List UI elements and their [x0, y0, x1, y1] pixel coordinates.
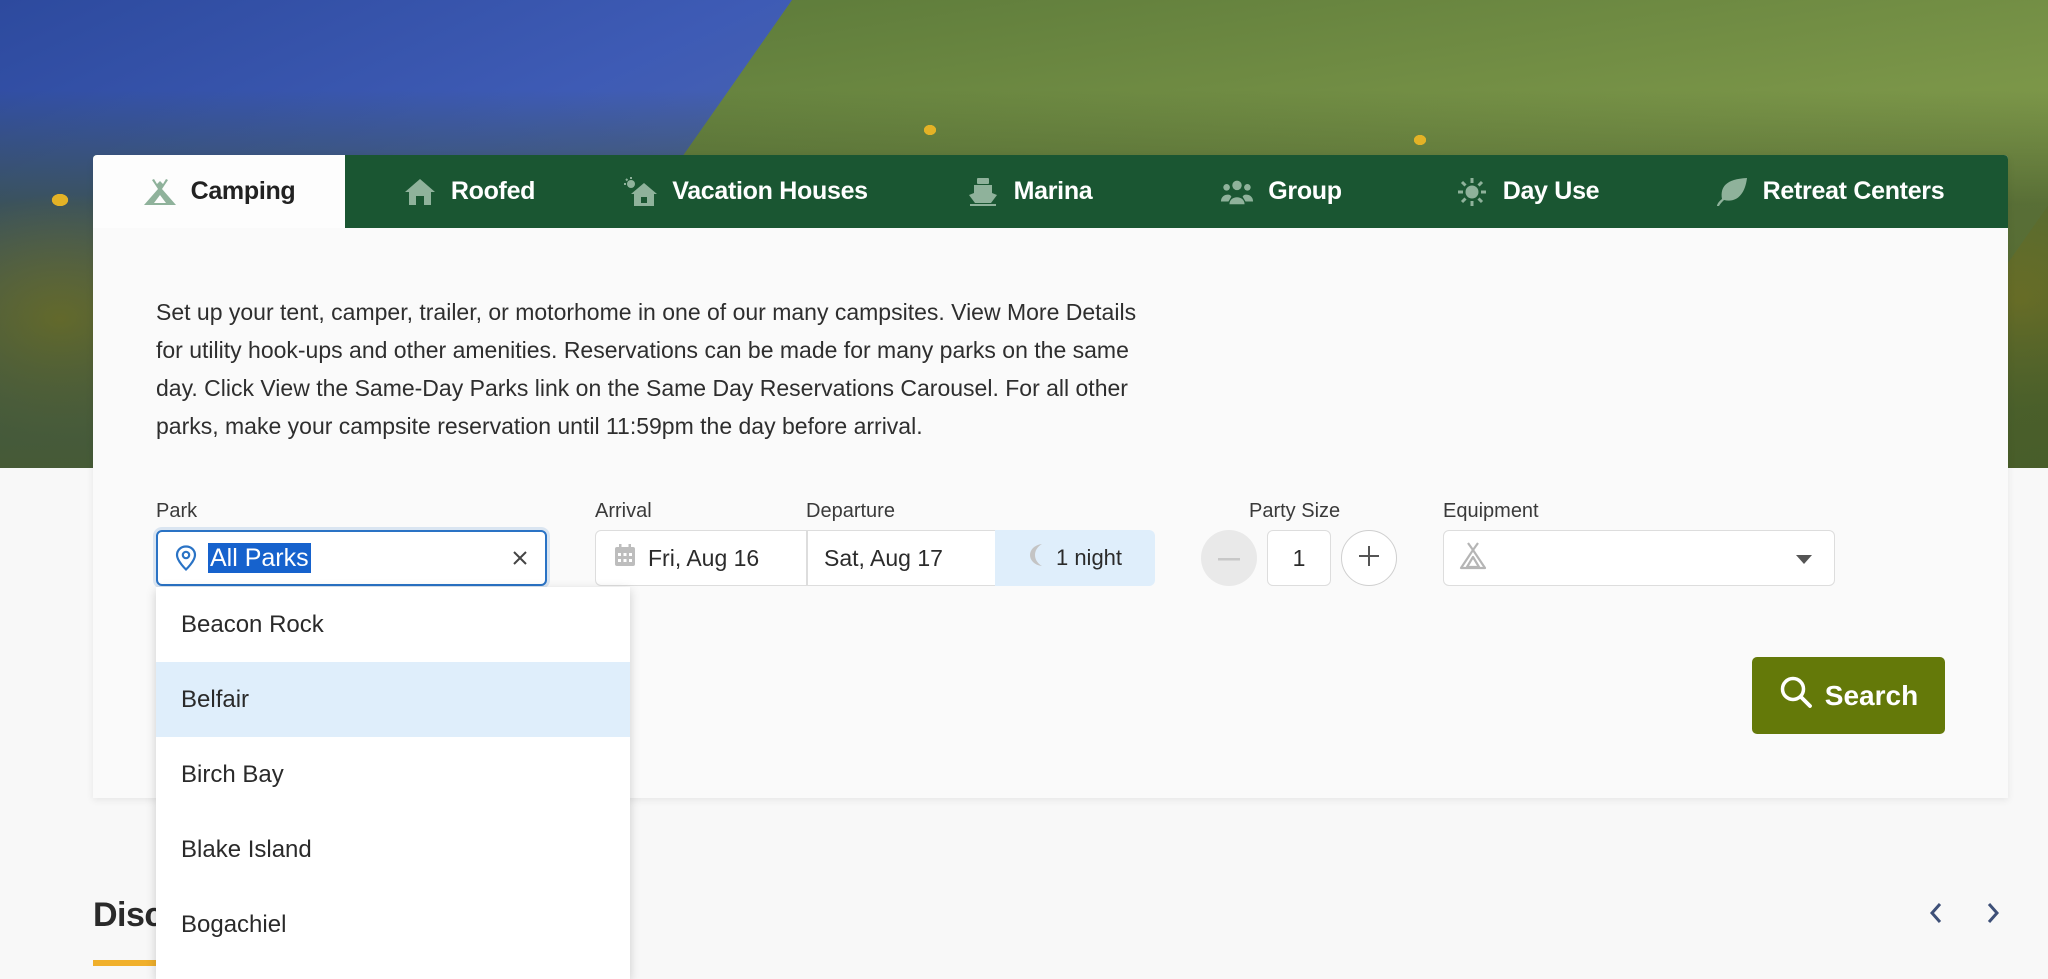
park-option[interactable]: Birch Bay: [156, 737, 630, 812]
tab-label: Retreat Centers: [1762, 177, 1945, 205]
carousel-prev-button[interactable]: [1921, 898, 1951, 932]
discover-heading: Disc: [93, 896, 163, 934]
park-option[interactable]: Bogachiel: [156, 887, 630, 962]
departure-date-value: Sat, Aug 17: [824, 544, 943, 571]
tab-label: Group: [1268, 177, 1342, 205]
leaf-icon: [1715, 177, 1749, 207]
minus-icon: [1218, 549, 1240, 567]
tab-label: Day Use: [1502, 177, 1600, 205]
tent-outline-icon: [1458, 541, 1488, 576]
departure-label: Departure: [806, 500, 895, 522]
tab-label: Camping: [190, 177, 296, 205]
category-tabs: Camping Roofed Vacation Houses Marina Gr…: [93, 155, 2008, 228]
tab-marina[interactable]: Marina: [899, 155, 1159, 228]
tab-day-use[interactable]: Day Use: [1403, 155, 1651, 228]
search-button[interactable]: Search: [1752, 657, 1945, 734]
tab-retreat-centers[interactable]: Retreat Centers: [1651, 155, 2008, 228]
park-option[interactable]: Beacon Rock: [156, 587, 630, 662]
sun-icon: [1455, 177, 1489, 207]
party-size-value[interactable]: 1: [1267, 530, 1331, 586]
search-icon: [1779, 675, 1813, 716]
tab-vacation-houses[interactable]: Vacation Houses: [593, 155, 899, 228]
equipment-label: Equipment: [1443, 500, 1539, 522]
calendar-icon: [614, 543, 636, 573]
arrival-date-value: Fri, Aug 16: [648, 544, 760, 571]
party-size-stepper: 1: [1201, 530, 1397, 586]
house-icon: [403, 177, 437, 207]
party-size-label: Party Size: [1249, 500, 1341, 522]
equipment-select[interactable]: [1443, 530, 1835, 586]
tent-icon: [143, 177, 177, 207]
tab-roofed[interactable]: Roofed: [345, 155, 593, 228]
decrease-party-button[interactable]: [1201, 530, 1257, 586]
tab-label: Vacation Houses: [672, 177, 868, 205]
chevron-down-icon: [1796, 555, 1812, 564]
vacation-house-icon: [624, 176, 658, 207]
arrival-label: Arrival: [595, 500, 652, 522]
park-dropdown-list: Beacon Rock Belfair Birch Bay Blake Isla…: [156, 587, 630, 979]
group-icon: [1220, 177, 1254, 207]
tab-label: Marina: [1013, 177, 1093, 205]
plus-icon: [1358, 545, 1380, 572]
nights-badge: 1 night: [995, 530, 1155, 586]
tab-description: Set up your tent, camper, trailer, or mo…: [156, 299, 1137, 439]
heading-underline: [93, 960, 163, 966]
departure-date-field[interactable]: Sat, Aug 17: [807, 530, 995, 586]
tab-camping[interactable]: Camping: [93, 155, 345, 228]
map-pin-icon: [174, 545, 198, 572]
date-range-picker: Fri, Aug 16 Sat, Aug 17 1 night: [595, 530, 1155, 586]
carousel-next-button[interactable]: [1978, 898, 2008, 932]
tab-group[interactable]: Group: [1159, 155, 1403, 228]
search-label: Search: [1824, 679, 1919, 711]
park-search-input[interactable]: All Parks: [156, 530, 547, 586]
park-label: Park: [156, 500, 198, 522]
park-option[interactable]: Belfair: [156, 662, 630, 737]
moon-icon: [1028, 543, 1048, 573]
chevron-right-icon: [1986, 902, 2000, 929]
arrival-date-field[interactable]: Fri, Aug 16: [595, 530, 807, 586]
nights-count: 1 night: [1055, 545, 1123, 570]
clear-icon[interactable]: [507, 545, 533, 571]
tab-label: Roofed: [450, 177, 536, 205]
park-input-value: All Parks: [208, 543, 311, 573]
boat-icon: [966, 177, 1000, 207]
chevron-left-icon: [1929, 902, 1943, 929]
increase-party-button[interactable]: [1341, 530, 1397, 586]
park-option[interactable]: Blake Island: [156, 812, 630, 887]
